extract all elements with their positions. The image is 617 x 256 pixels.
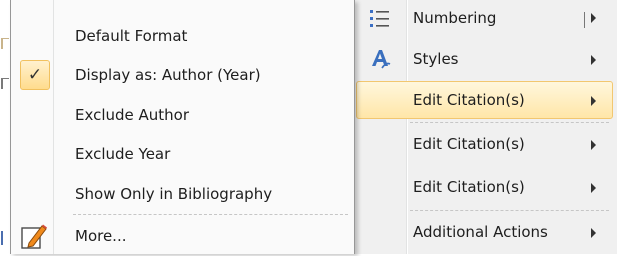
menu-item-label: Edit Citation(s) — [413, 178, 525, 196]
document-edge-fragment — [0, 70, 10, 92]
document-edge-fragment — [0, 30, 10, 52]
menu-item-exclude-year[interactable]: Exclude Year — [11, 136, 354, 174]
submenu-arrow-icon — [591, 228, 596, 238]
menu-item-label: Additional Actions — [413, 223, 548, 241]
menu-separator — [410, 122, 609, 123]
split-divider — [584, 12, 585, 28]
menu-item-exclude-author[interactable]: Exclude Author — [11, 97, 354, 135]
menu-item-default-format[interactable]: Default Format — [11, 18, 354, 56]
menu-item-label: Default Format — [75, 27, 188, 45]
menu-separator — [410, 210, 609, 211]
menu-item-label: Edit Citation(s) — [413, 91, 525, 109]
menu-item-edit-citations[interactable]: Edit Citation(s) — [356, 81, 613, 119]
checkmark-icon: ✓ — [20, 60, 50, 90]
edit-pencil-icon — [21, 224, 47, 249]
menu-item-edit-citations[interactable]: Edit Citation(s) — [356, 125, 613, 163]
submenu-arrow-icon — [591, 183, 596, 193]
submenu-arrow-icon — [591, 55, 596, 65]
menu-item-numbering[interactable]: Numbering — [356, 0, 613, 38]
styles-icon — [372, 50, 391, 69]
menu-item-styles[interactable]: Styles — [356, 40, 613, 78]
menu-item-label: Edit Citation(s) — [413, 135, 525, 153]
numbered-list-icon — [370, 10, 389, 27]
menu-item-label: Numbering — [413, 9, 497, 27]
submenu-arrow-icon — [591, 13, 596, 23]
menu-item-edit-citations[interactable]: Edit Citation(s) — [356, 168, 613, 206]
citation-format-submenu: Default Format ✓ Display as: Author (Yea… — [10, 0, 355, 254]
submenu-arrow-icon — [591, 140, 596, 150]
menu-item-additional-actions[interactable]: Additional Actions — [356, 213, 613, 251]
submenu-arrow-icon — [591, 96, 596, 106]
menu-item-label: Exclude Year — [75, 145, 171, 163]
menu-item-show-only-in-bibliography[interactable]: Show Only in Bibliography — [11, 176, 354, 214]
menu-item-label: Display as: Author (Year) — [75, 66, 261, 84]
menu-separator — [73, 214, 348, 215]
menu-item-display-author-year[interactable]: ✓ Display as: Author (Year) — [11, 57, 354, 95]
menu-item-more[interactable]: More... — [11, 218, 354, 256]
menu-item-label: More... — [75, 227, 127, 245]
document-edge-fragment — [0, 228, 10, 250]
menu-item-label: Styles — [413, 50, 459, 68]
menu-item-label: Show Only in Bibliography — [75, 185, 273, 203]
parent-context-menu: Numbering Styles Edit Citation(s) Edit C… — [354, 0, 617, 254]
menu-item-label: Exclude Author — [75, 106, 190, 124]
